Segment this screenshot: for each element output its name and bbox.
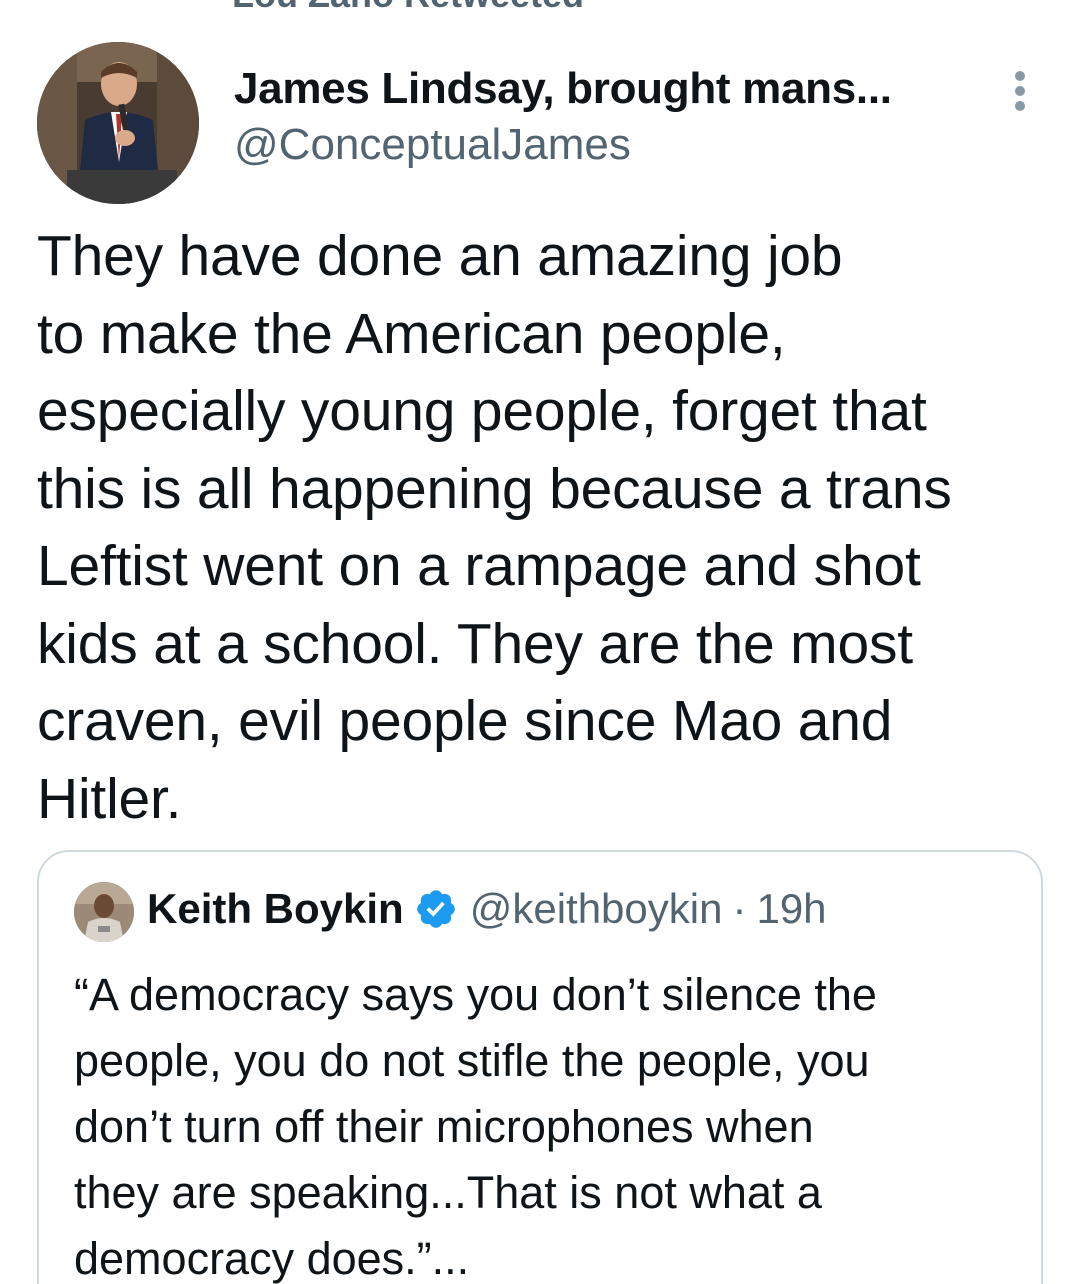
tweet-text-line: kids at a school. They are the most xyxy=(37,611,913,676)
quote-timestamp[interactable]: 19h xyxy=(756,885,826,933)
author-handle[interactable]: @ConceptualJames xyxy=(234,120,631,170)
author-avatar[interactable] xyxy=(37,42,199,204)
quote-text-line: “A democracy says you don’t silence the xyxy=(74,969,877,1020)
tweet-text-line: to make the American people, xyxy=(37,301,786,366)
tweet-text-line: They have done an amazing job xyxy=(37,224,843,288)
tweet-text-line: Leftist went on a rampage and shot xyxy=(37,534,921,598)
quoted-tweet-card[interactable]: Keith Boykin @keithboykin · 19h “A democ… xyxy=(37,850,1043,1284)
tweet-text-line: craven, evil people since Mao and xyxy=(37,689,893,753)
header-separator: · xyxy=(732,885,747,932)
quote-header: Keith Boykin @keithboykin · 19h xyxy=(147,885,827,933)
quote-text-line: they are speaking...That is not what a xyxy=(74,1167,822,1218)
quote-author-name[interactable]: Keith Boykin xyxy=(147,885,404,933)
tweet-text-line: especially young people, forget that xyxy=(37,379,927,443)
quote-text-line: people, you do not stifle the people, yo… xyxy=(74,1035,870,1086)
author-avatar-image xyxy=(37,42,199,204)
quote-avatar-image xyxy=(74,882,134,942)
quote-author-avatar[interactable] xyxy=(74,882,134,942)
more-vertical-icon[interactable] xyxy=(1004,68,1036,114)
tweet-page: Lou Zano Retweeted James Lindsay, brough… xyxy=(0,0,1080,1284)
quote-text-line: democracy does.”... xyxy=(74,1233,470,1284)
tweet-text: They have done an amazing job to make th… xyxy=(37,218,1047,838)
quote-text-line: don’t turn off their microphones when xyxy=(74,1101,814,1152)
retweet-context-label[interactable]: Lou Zano Retweeted xyxy=(232,0,584,16)
author-name[interactable]: James Lindsay, brought mans... xyxy=(234,64,892,114)
quote-text: “A democracy says you don’t silence the … xyxy=(74,962,1014,1284)
tweet-text-line: this is all happening because a trans xyxy=(37,456,952,521)
quote-author-handle[interactable]: @keithboykin xyxy=(470,885,723,933)
verified-badge-icon xyxy=(414,887,458,931)
tweet-text-line: Hitler. xyxy=(37,766,182,831)
